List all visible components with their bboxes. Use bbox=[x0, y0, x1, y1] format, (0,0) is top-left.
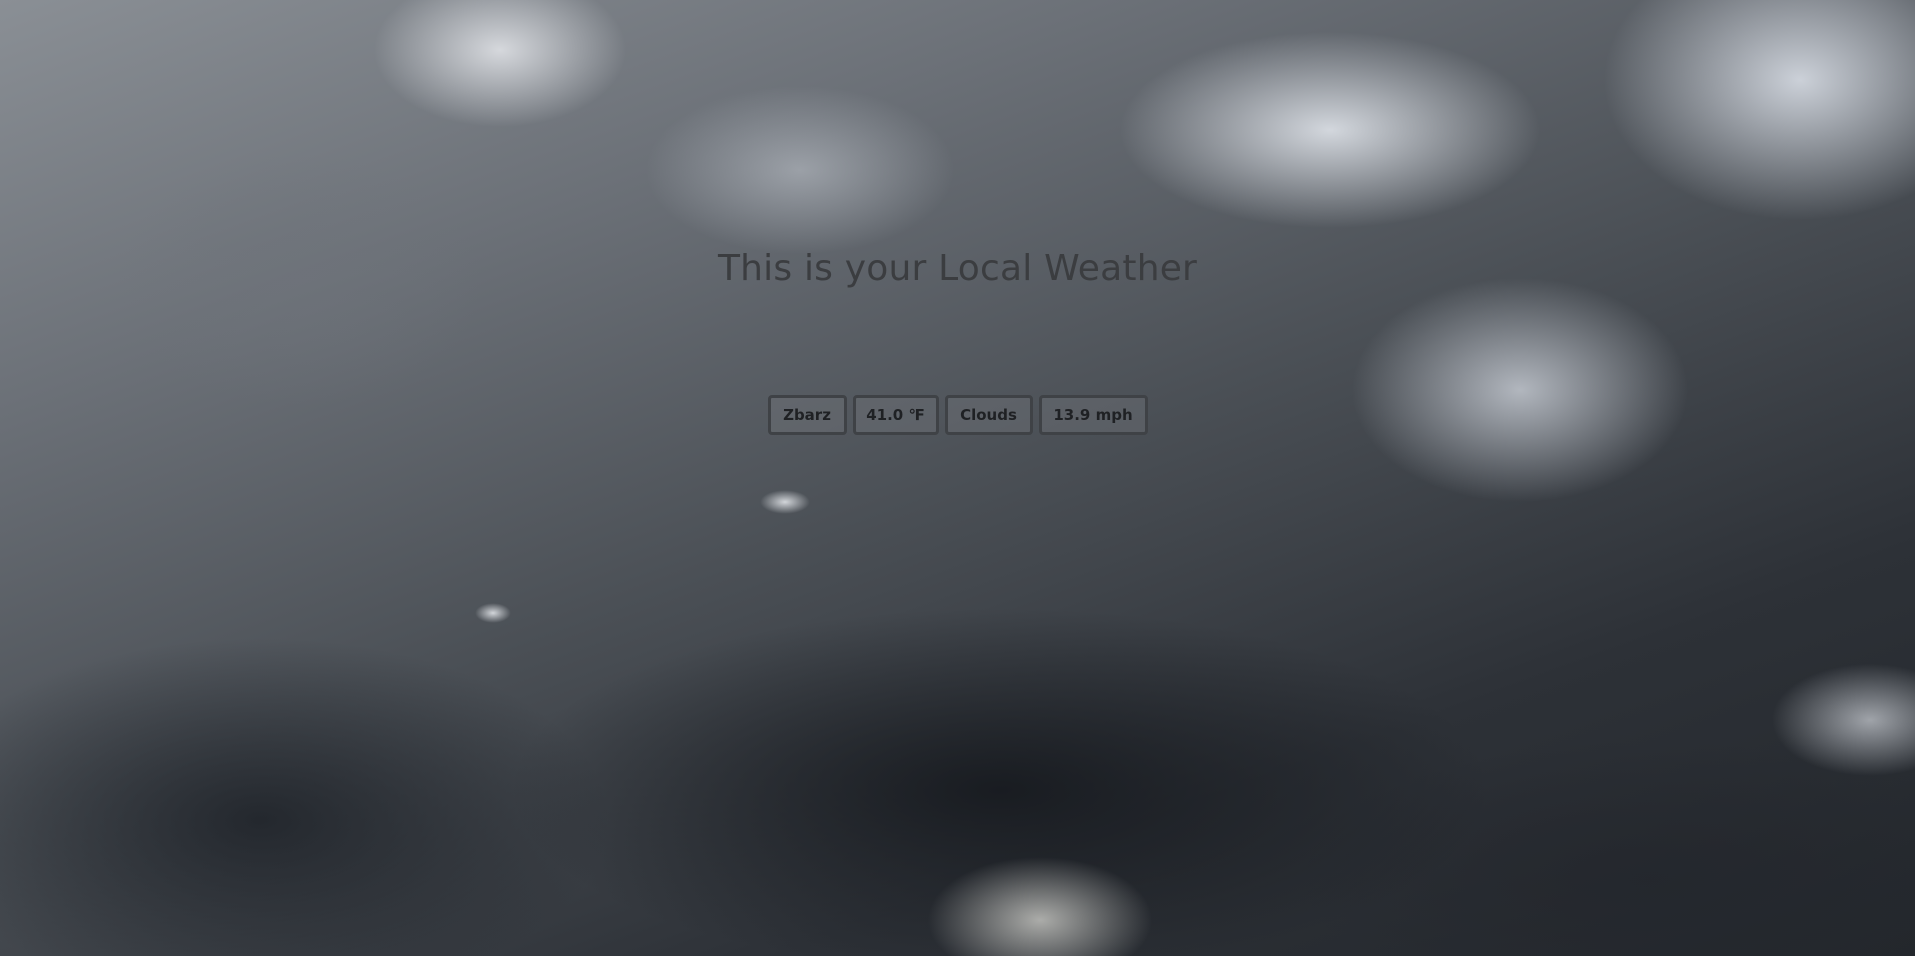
location-badge[interactable]: Zbarz bbox=[767, 395, 847, 435]
weather-info-bar: Zbarz 41.0 ℉ Clouds 13.9 mph bbox=[0, 395, 1915, 435]
page-title: This is your Local Weather bbox=[717, 248, 1198, 289]
temperature-badge[interactable]: 41.0 ℉ bbox=[852, 395, 939, 435]
cloud-highlight bbox=[475, 603, 511, 623]
wind-speed-badge[interactable]: 13.9 mph bbox=[1038, 395, 1148, 435]
cloud-highlight bbox=[760, 490, 810, 514]
condition-badge[interactable]: Clouds bbox=[944, 395, 1033, 435]
cloudy-sky-background bbox=[0, 0, 1915, 956]
